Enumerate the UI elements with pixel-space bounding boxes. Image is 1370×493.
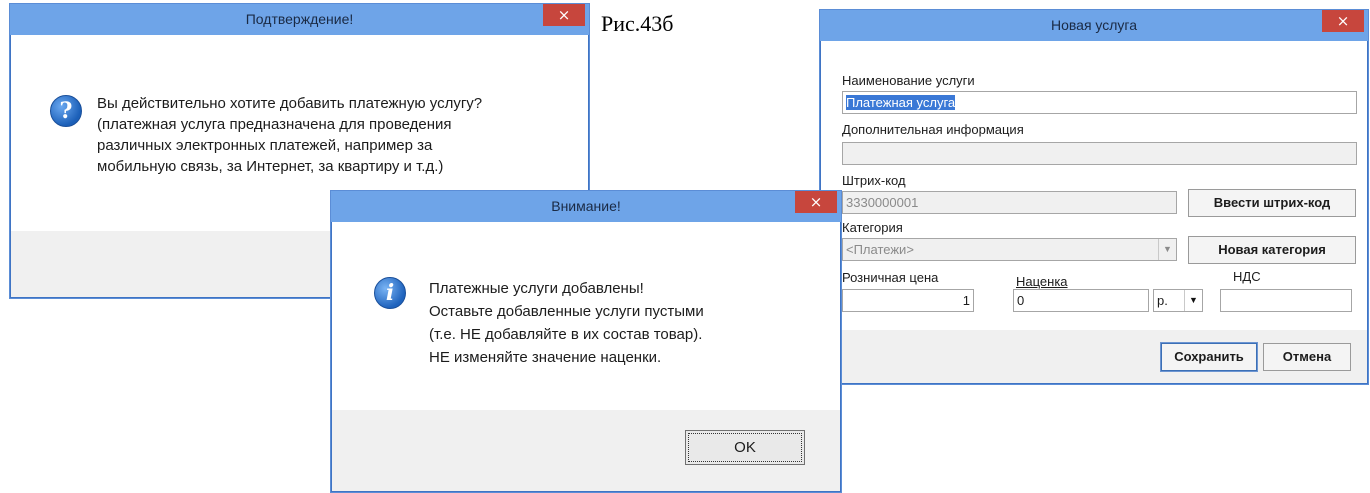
markup-unit-select[interactable]: р. ▼ [1153, 289, 1203, 312]
message-line: Платежные услуги добавлены! [429, 280, 644, 297]
chevron-down-icon[interactable]: ▼ [1184, 290, 1202, 311]
attention-dialog: Внимание! × i Платежные услуги добавлены… [330, 190, 842, 493]
barcode-label: Штрих-код [842, 173, 906, 188]
markup-input[interactable]: 0 [1013, 289, 1149, 312]
retail-price-label: Розничная цена [842, 270, 939, 285]
attention-dialog-title: Внимание! [331, 191, 841, 222]
message-line: Оставьте добавленные услуги пустыми [429, 303, 704, 320]
new-service-dialog-title: Новая услуга [820, 10, 1368, 41]
chevron-down-icon[interactable]: ▼ [1158, 239, 1176, 260]
message-line: Вы действительно хотите добавить платежн… [97, 95, 483, 112]
enter-barcode-button[interactable]: Ввести штрих-код [1188, 189, 1356, 217]
message-line: (платежная услуга предназначена для пров… [97, 116, 452, 133]
vat-label: НДС [1233, 269, 1261, 284]
category-value: <Платежи> [846, 242, 914, 257]
figure-caption: Рис.43б [601, 11, 674, 36]
confirm-dialog-close-button[interactable]: × [543, 4, 585, 26]
category-select[interactable]: <Платежи> ▼ [842, 238, 1177, 261]
message-line: различных электронных платежей, например… [97, 137, 433, 154]
retail-price-input[interactable]: 1 [842, 289, 974, 312]
message-line: (т.е. НЕ добавляйте в их состав товар). [429, 326, 703, 343]
cancel-button[interactable]: Отмена [1263, 343, 1351, 371]
attention-dialog-message: Платежные услуги добавлены! Оставьте доб… [429, 277, 829, 369]
category-label: Категория [842, 220, 903, 235]
service-name-label: Наименование услуги [842, 73, 975, 88]
ok-button[interactable]: OK [685, 430, 805, 465]
barcode-input[interactable]: 3330000001 [842, 191, 1177, 214]
confirm-dialog-title: Подтверждение! [10, 4, 589, 35]
markup-label: Наценка [1016, 274, 1068, 289]
message-line: НЕ изменяйте значение наценки. [429, 349, 662, 366]
new-service-dialog-close-button[interactable]: × [1322, 10, 1364, 32]
additional-info-input[interactable] [842, 142, 1357, 165]
additional-info-label: Дополнительная информация [842, 122, 1024, 137]
vat-input[interactable] [1220, 289, 1352, 312]
info-icon: i [374, 277, 406, 309]
save-button[interactable]: Сохранить [1160, 342, 1258, 372]
service-name-value: Платежная услуга [846, 95, 956, 110]
message-line: мобильную связь, за Интернет, за квартир… [97, 158, 444, 175]
confirm-dialog-message: Вы действительно хотите добавить платежн… [97, 93, 577, 177]
service-name-input[interactable]: Платежная услуга [842, 91, 1357, 114]
new-service-dialog: Новая услуга × Наименование услуги Плате… [819, 9, 1369, 385]
question-icon: ? [50, 95, 82, 127]
markup-unit-value: р. [1157, 293, 1168, 308]
new-category-button[interactable]: Новая категория [1188, 236, 1356, 264]
attention-dialog-close-button[interactable]: × [795, 191, 837, 213]
